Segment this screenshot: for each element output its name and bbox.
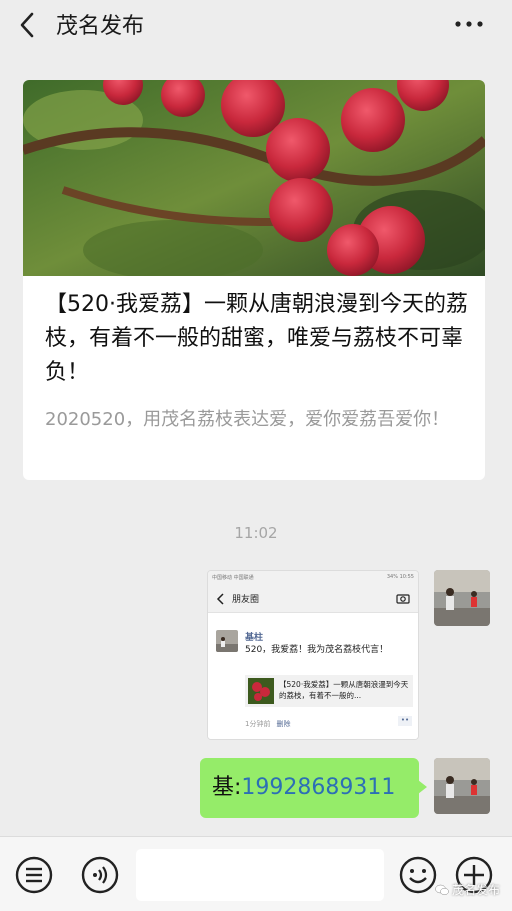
camera-icon [396, 594, 410, 604]
watermark: 茂名发布 [435, 881, 500, 898]
battery-time-text: 34% 10:55 [386, 574, 414, 580]
post-text: 520，我爱荔！我为茂名荔枝代言！ [245, 645, 389, 655]
message-input[interactable] [136, 849, 384, 901]
wechat-logo-icon [435, 884, 449, 895]
article-description: 2020520，用茂名荔枝表达爱，爱你爱荔吾爱你！ [45, 409, 450, 430]
poster-avatar [216, 630, 238, 652]
article-card[interactable]: 【520·我爱荔】一颗从唐朝浪漫到今天的荔枝，有着不一般的甜蜜，唯爱与荔枝不可辜… [23, 80, 485, 480]
shared-link: 【520·我爱荔】一颗从唐朝浪漫到今天的荔枝，有着不一般的... [245, 675, 413, 707]
user-avatar[interactable] [434, 758, 490, 814]
article-cover-image [23, 80, 485, 280]
more-icon[interactable] [452, 12, 486, 36]
moments-title: 朋友圈 [232, 595, 260, 605]
moments-nav-bar: 朋友圈 [208, 585, 418, 613]
moments-post: 基柱 520，我爱荔！我为茂名荔枝代言！ 【520·我爱荔】一颗从唐朝浪漫到今天… [208, 613, 418, 739]
chat-header: 茂名发布 [0, 0, 512, 50]
chat-title: 茂名发布 [56, 14, 145, 39]
carrier-text: 中国移动 中国联通 [212, 575, 254, 581]
link-title: 【520·我爱荔】一颗从唐朝浪漫到今天的荔枝，有着不一般的... [279, 680, 409, 700]
user-avatar[interactable] [434, 570, 490, 626]
status-bar: 中国移动 中国联通 34% 10:55 [208, 571, 418, 585]
comment-icon: •• [398, 716, 412, 726]
menu-list-icon[interactable] [14, 855, 54, 895]
emoji-icon[interactable] [398, 855, 438, 895]
message-prefix: 基: [212, 775, 242, 800]
back-icon[interactable] [14, 10, 42, 40]
phone-number-link[interactable]: 19928689311 [241, 775, 395, 800]
link-thumbnail [248, 678, 274, 704]
delete-link: 删除 [276, 720, 291, 728]
back-icon [216, 593, 224, 605]
text-message-bubble[interactable]: 基:19928689311 [200, 758, 427, 818]
poster-name: 基柱 [245, 633, 264, 643]
watermark-text: 茂名发布 [451, 883, 500, 897]
post-time: 1分钟前 [245, 720, 271, 728]
voice-icon[interactable] [80, 855, 120, 895]
message-timestamp: 11:02 [234, 524, 278, 542]
input-toolbar: 茂名发布 [0, 836, 512, 911]
article-title: 【520·我爱荔】一颗从唐朝浪漫到今天的荔枝，有着不一般的甜蜜，唯爱与荔枝不可辜… [45, 292, 468, 385]
screenshot-message[interactable]: 中国移动 中国联通 34% 10:55 朋友圈 基柱 520，我爱荔！我为茂名荔… [207, 570, 419, 740]
post-meta: 1分钟前 删除 [245, 719, 290, 729]
